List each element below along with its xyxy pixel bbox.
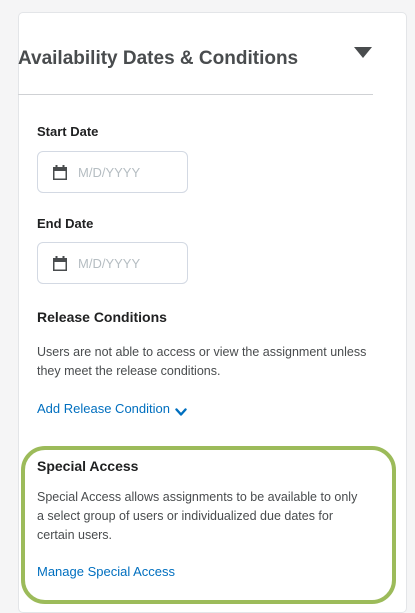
calendar-icon[interactable] [52,165,68,181]
caret-down-icon[interactable] [353,45,373,61]
special-access-description: Special Access allows assignments to be … [37,490,358,542]
special-access-heading: Special Access [37,458,139,474]
manage-special-access-link[interactable]: Manage Special Access [37,564,175,579]
panel-title: Availability Dates & Conditions [18,48,299,69]
end-date-label: End Date [37,216,94,231]
release-conditions-heading: Release Conditions [37,309,167,325]
calendar-icon[interactable] [52,256,68,272]
chevron-down-icon [175,405,187,416]
start-date-label: Start Date [37,124,99,139]
end-date-input[interactable] [78,252,178,274]
end-date-field[interactable] [37,242,188,284]
start-date-input[interactable] [78,161,178,183]
add-release-condition-link[interactable]: Add Release Condition [37,401,187,416]
add-release-condition-label: Add Release Condition [37,401,170,416]
start-date-field[interactable] [37,151,188,193]
release-conditions-description: Users are not able to access or view the… [37,345,367,378]
panel-header[interactable]: Availability Dates & Conditions [18,36,373,95]
